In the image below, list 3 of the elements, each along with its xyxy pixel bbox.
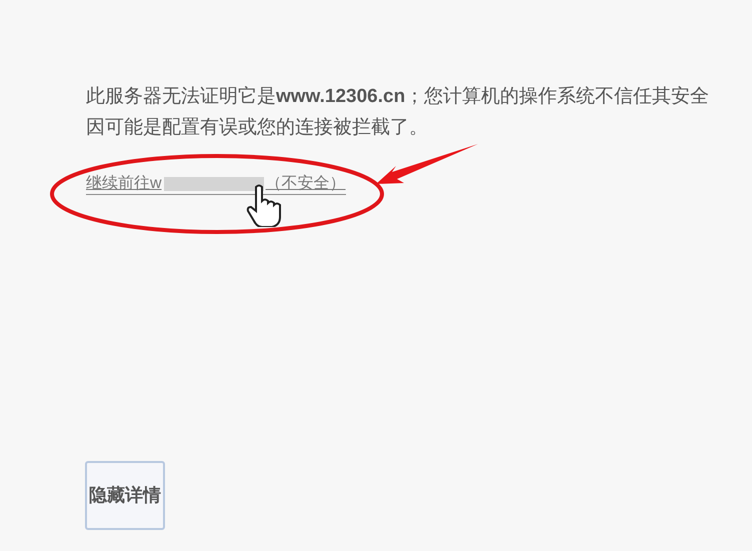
hide-details-button[interactable]: 隐藏详情 — [85, 461, 165, 530]
error-message: 此服务器无法证明它是www.12306.cn；您计算机的操作系统不信任其安全 — [86, 85, 710, 109]
error-message: 因可能是配置有误或您的连接被拦截了。 — [86, 116, 428, 140]
